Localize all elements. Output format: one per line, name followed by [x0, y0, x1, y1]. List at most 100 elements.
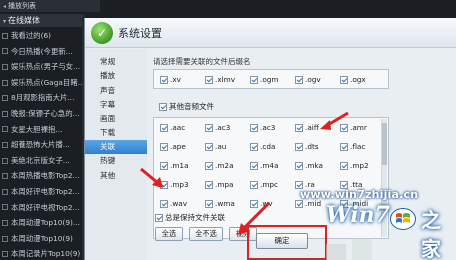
extension-option[interactable]: .wma — [205, 199, 235, 208]
extension-label: .m1a — [170, 161, 189, 170]
windows-flag-icon — [390, 208, 416, 230]
nav-item[interactable]: 画面 — [85, 112, 147, 126]
playlist-item[interactable]: 娱乐热点(男子与女... — [0, 59, 84, 75]
extension-label: .cda — [260, 142, 276, 151]
audio-section-label: 其他音频文件 — [169, 102, 214, 111]
playlist-item[interactable]: 本周热播电影Top2... — [0, 168, 84, 184]
playlist-item-checkbox[interactable] — [2, 95, 8, 102]
playlist-item-checkbox[interactable] — [2, 141, 8, 148]
playlist-item[interactable]: 超養恐怖大片播... — [0, 137, 84, 153]
extension-option[interactable]: .flac — [340, 142, 365, 151]
extension-option[interactable]: .dts — [295, 142, 319, 151]
extension-checkbox[interactable] — [205, 199, 213, 208]
playlist-item[interactable]: 本周动漫Top10(9)... — [0, 215, 84, 231]
extension-option[interactable]: .ogv — [295, 75, 321, 84]
extension-option[interactable]: .mka — [295, 161, 323, 170]
extension-option[interactable]: .aac — [160, 123, 185, 132]
extension-label: .mp2 — [350, 161, 369, 170]
extension-option[interactable]: .xv — [160, 75, 181, 84]
playlist-item-checkbox[interactable] — [2, 204, 8, 211]
extension-option[interactable]: .ac3 — [250, 123, 275, 132]
nav-item[interactable]: 下载 — [85, 126, 147, 140]
playlist-item-checkbox[interactable] — [2, 173, 8, 180]
extension-checkbox[interactable] — [205, 123, 213, 132]
playlist-item-checkbox[interactable] — [2, 110, 8, 117]
extension-option[interactable]: .m2a — [205, 161, 234, 170]
online-media-tab[interactable]: ▾ 在线媒体 — [0, 14, 84, 27]
extension-checkbox[interactable] — [205, 161, 213, 170]
always-keep-checkbox[interactable] — [155, 213, 163, 222]
audio-section-checkbox[interactable] — [159, 102, 167, 111]
extension-checkbox[interactable] — [205, 142, 213, 151]
extension-checkbox[interactable] — [205, 180, 213, 189]
playlist-item-checkbox[interactable] — [2, 157, 8, 164]
playlist-item-label: 本周好评电影Top2... — [11, 186, 80, 196]
audio-section-toggle[interactable]: 其他音频文件 — [159, 101, 214, 112]
playlist-item[interactable]: 我看过的(6) — [0, 28, 84, 44]
extension-checkbox[interactable] — [160, 142, 168, 151]
playlist-item[interactable]: 本周记录片Top10(9) — [0, 246, 84, 260]
extension-checkbox[interactable] — [160, 75, 168, 84]
playlist-item[interactable]: 娱乐热点(Gaga目睹... — [0, 75, 84, 91]
extension-option[interactable]: .cda — [250, 142, 275, 151]
extension-checkbox[interactable] — [340, 142, 348, 151]
extension-option[interactable]: .xlmv — [205, 75, 235, 84]
nav-item[interactable]: 播放 — [85, 69, 147, 83]
extension-label: .ogx — [350, 75, 366, 84]
playlist-item-checkbox[interactable] — [2, 63, 8, 70]
nav-item[interactable]: 常规 — [85, 55, 147, 69]
playlist-item[interactable]: 今日热播(今更新... — [0, 44, 84, 60]
playlist-item-checkbox[interactable] — [2, 219, 8, 226]
extension-checkbox[interactable] — [295, 123, 303, 132]
extension-label: .au — [215, 142, 227, 151]
extension-label: .m4a — [260, 161, 279, 170]
playlist-item[interactable]: 本周好评电视Top2... — [0, 200, 84, 216]
extension-option[interactable]: .ogm — [250, 75, 279, 84]
extension-checkbox[interactable] — [295, 142, 303, 151]
playlist-item[interactable]: 本周好评电影Top2... — [0, 184, 84, 200]
playlist-item-checkbox[interactable] — [2, 32, 8, 39]
extension-option[interactable]: .wav — [160, 199, 187, 208]
extension-checkbox[interactable] — [250, 75, 258, 84]
playlist-item[interactable]: 8月观影指南大片... — [0, 90, 84, 106]
collapse-arrow-icon[interactable]: ◂ — [3, 3, 6, 10]
nav-item[interactable]: 声音 — [85, 84, 147, 98]
playlist-item-checkbox[interactable] — [2, 251, 8, 258]
extension-option[interactable]: .ogx — [340, 75, 366, 84]
playlist-item[interactable]: 本周动漫Top10(9) — [0, 231, 84, 247]
extension-checkbox[interactable] — [160, 199, 168, 208]
playlist-item-checkbox[interactable] — [2, 126, 8, 133]
extension-checkbox[interactable] — [295, 75, 303, 84]
playlist-item-checkbox[interactable] — [2, 188, 8, 195]
extension-option[interactable]: .ac3 — [205, 123, 230, 132]
always-keep-association[interactable]: 总是保持文件关联 — [155, 212, 225, 223]
extension-checkbox[interactable] — [250, 161, 258, 170]
scrollbar-thumb[interactable] — [382, 123, 387, 165]
extension-option[interactable]: .m4a — [250, 161, 279, 170]
extension-checkbox[interactable] — [205, 75, 213, 84]
extension-checkbox[interactable] — [250, 142, 258, 151]
select-none-button[interactable]: 全不选 — [189, 227, 223, 241]
extension-checkbox[interactable] — [160, 123, 168, 132]
playlist-item[interactable]: 女星大胆裸抱... — [0, 122, 84, 138]
playlist-item-checkbox[interactable] — [2, 235, 8, 242]
extension-option[interactable]: .au — [205, 142, 226, 151]
extension-checkbox[interactable] — [340, 75, 348, 84]
extension-checkbox[interactable] — [250, 123, 258, 132]
extension-checkbox[interactable] — [250, 180, 258, 189]
nav-item[interactable]: 字幕 — [85, 98, 147, 112]
extension-option[interactable]: .mpc — [250, 180, 278, 189]
playlist-item-checkbox[interactable] — [2, 79, 8, 86]
extension-option[interactable]: .ape — [160, 142, 186, 151]
select-all-button[interactable]: 全选 — [155, 227, 183, 241]
playlist-item-checkbox[interactable] — [2, 48, 8, 55]
dialog-titlebar[interactable]: ✓ 系统设置 — [85, 18, 456, 48]
extension-checkbox[interactable] — [340, 161, 348, 170]
playlist-item[interactable]: 美绝北京版女子... — [0, 153, 84, 169]
extension-option[interactable]: .mpa — [205, 180, 234, 189]
playlist-item-label: 女星大胆裸抱... — [11, 124, 63, 134]
extension-option[interactable]: .mp2 — [340, 161, 369, 170]
extension-checkbox[interactable] — [295, 161, 303, 170]
playlist-item[interactable]: 晚报:保镖子心急的... — [0, 106, 84, 122]
nav-item[interactable]: 关联 — [85, 140, 147, 154]
